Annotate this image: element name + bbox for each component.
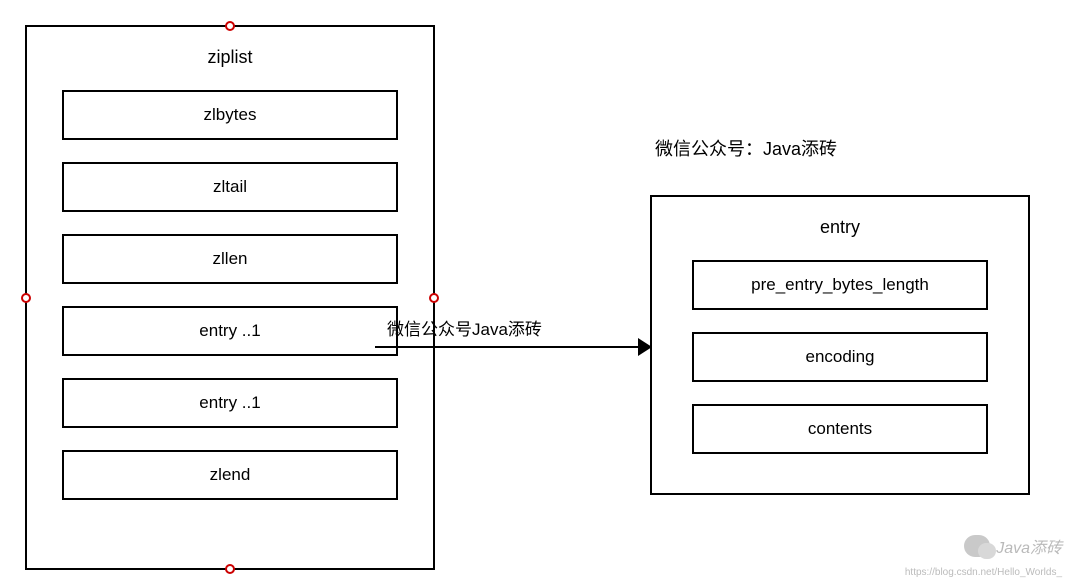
ziplist-field-entry2: entry ..1: [62, 378, 398, 428]
arrow-line: [375, 346, 650, 348]
selection-handle-left[interactable]: [21, 293, 31, 303]
ziplist-field-zltail: zltail: [62, 162, 398, 212]
ziplist-title: ziplist: [27, 47, 433, 68]
ziplist-field-entry1: entry ..1: [62, 306, 398, 356]
selection-handle-top[interactable]: [225, 21, 235, 31]
watermark-logo: Java添砖: [964, 534, 1062, 558]
upper-caption: 微信公众号：Java添砖: [655, 135, 837, 161]
ziplist-field-zlbytes: zlbytes: [62, 90, 398, 140]
selection-handle-right[interactable]: [429, 293, 439, 303]
entry-title: entry: [652, 217, 1028, 238]
watermark-url: https://blog.csdn.net/Hello_Worlds_: [905, 567, 1062, 578]
arrow-caption: 微信公众号Java添砖: [387, 315, 542, 340]
ziplist-field-zllen: zllen: [62, 234, 398, 284]
entry-field-prelen: pre_entry_bytes_length: [692, 260, 988, 310]
ziplist-field-zlend: zlend: [62, 450, 398, 500]
selection-handle-bottom[interactable]: [225, 564, 235, 574]
ziplist-container: ziplist zlbytes zltail zllen entry ..1 e…: [25, 25, 435, 570]
entry-field-contents: contents: [692, 404, 988, 454]
wechat-icon: [964, 535, 990, 557]
watermark-text: Java添砖: [996, 534, 1062, 558]
entry-container: entry pre_entry_bytes_length encoding co…: [650, 195, 1030, 495]
entry-field-encoding: encoding: [692, 332, 988, 382]
